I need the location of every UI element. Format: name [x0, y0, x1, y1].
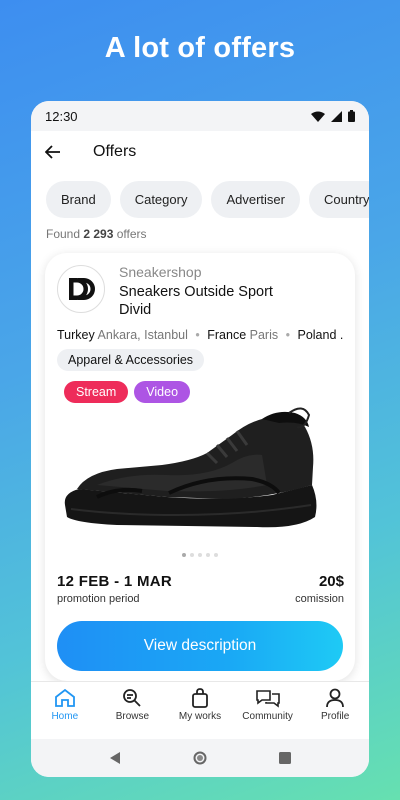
commission-label: comission: [295, 593, 344, 605]
nav-label-profile: Profile: [320, 711, 350, 722]
pagination-dot[interactable]: [198, 553, 202, 557]
filter-chip-category[interactable]: Category: [119, 181, 203, 218]
signal-icon: [331, 110, 342, 122]
location-country: France: [207, 328, 247, 342]
tag-stream: Stream: [64, 381, 129, 403]
filter-chip-brand[interactable]: Brand: [46, 181, 111, 218]
pagination-dot[interactable]: [182, 553, 186, 557]
location-cities: Ankara, Istanbul: [97, 328, 188, 342]
commission: 20$ comission: [295, 573, 344, 605]
location-country: Poland ...: [297, 328, 343, 342]
filter-chip-country[interactable]: Country: [308, 181, 369, 218]
search-list-icon: [123, 689, 142, 707]
page-title: Offers: [93, 143, 137, 160]
filter-chips: Brand Category Advertiser Country: [31, 173, 369, 218]
nav-label-community: Community: [242, 711, 293, 722]
pagination-dot[interactable]: [190, 553, 194, 557]
nav-item-home[interactable]: Home: [31, 682, 99, 739]
nav-item-community[interactable]: Community: [234, 682, 302, 739]
status-time: 12:30: [45, 108, 78, 124]
location-country: Turkey: [57, 328, 95, 342]
chat-bubbles-icon: [255, 690, 280, 708]
separator-dot: •: [195, 328, 200, 342]
offer-title: Sneakers Outside Sport Divid: [119, 284, 273, 318]
nav-item-my-works[interactable]: My works: [166, 682, 234, 739]
filter-chip-advertiser[interactable]: Advertiser: [211, 181, 300, 218]
person-icon: [326, 688, 345, 708]
shop-name: Sneakershop: [119, 264, 202, 280]
wifi-icon: [311, 111, 325, 122]
promo-title: A lot of offers: [104, 32, 296, 64]
brand-info: Sneakershop Sneakers Outside Sport Divid: [119, 263, 289, 319]
period-label: promotion period: [57, 593, 140, 605]
recents-square-icon[interactable]: [279, 752, 291, 764]
nav-item-browse[interactable]: Browse: [99, 682, 167, 739]
back-triangle-icon[interactable]: [109, 752, 121, 764]
tag-video: Video: [134, 381, 191, 403]
arrow-left-icon: [45, 145, 60, 159]
offer-card[interactable]: Sneakershop Sneakers Outside Sport Divid…: [45, 253, 355, 681]
sneaker-image[interactable]: [57, 405, 327, 537]
nav-label-browse: Browse: [115, 711, 150, 722]
status-bar: 12:30: [31, 101, 369, 131]
system-nav-bar: [31, 739, 369, 777]
nav-label-my-works: My works: [178, 711, 222, 722]
results-count: Found 2 293 offers: [31, 218, 369, 241]
results-number: 2 293: [83, 227, 114, 241]
tags: Stream Video: [45, 371, 355, 403]
bag-icon: [192, 688, 208, 708]
brand-logo-mark: [69, 278, 95, 300]
locations: Turkey Ankara, Istanbul • France Paris •…: [45, 319, 343, 342]
brand-row: Sneakershop Sneakers Outside Sport Divid: [45, 253, 355, 319]
promotion-period: 12 FEB - 1 MAR promotion period: [57, 573, 172, 605]
results-prefix: Found: [46, 227, 81, 241]
phone-frame: 12:30 Offers Brand Category Advertiser C…: [31, 101, 369, 777]
brand-logo: [57, 265, 105, 313]
battery-icon: [348, 110, 355, 122]
nav-item-profile[interactable]: Profile: [301, 682, 369, 739]
category-chip: Apparel & Accessories: [57, 349, 205, 371]
pagination-dot[interactable]: [214, 553, 218, 557]
view-description-button[interactable]: View description: [57, 621, 343, 671]
home-icon: [54, 688, 75, 707]
period-dates: 12 FEB - 1 MAR: [57, 573, 173, 590]
pagination-dot[interactable]: [206, 553, 210, 557]
home-circle-icon[interactable]: [193, 751, 207, 765]
bottom-nav: Home Browse My works Community Profile: [31, 681, 369, 739]
separator-dot: •: [285, 328, 290, 342]
commission-value: 20$: [318, 573, 344, 590]
status-icons: [311, 110, 355, 122]
location-cities: Paris: [249, 328, 279, 342]
image-pagination: [45, 553, 355, 557]
app-header: Offers: [31, 131, 369, 173]
nav-label-home: Home: [51, 711, 79, 722]
results-suffix: offers: [116, 227, 147, 241]
back-button[interactable]: [43, 142, 63, 162]
